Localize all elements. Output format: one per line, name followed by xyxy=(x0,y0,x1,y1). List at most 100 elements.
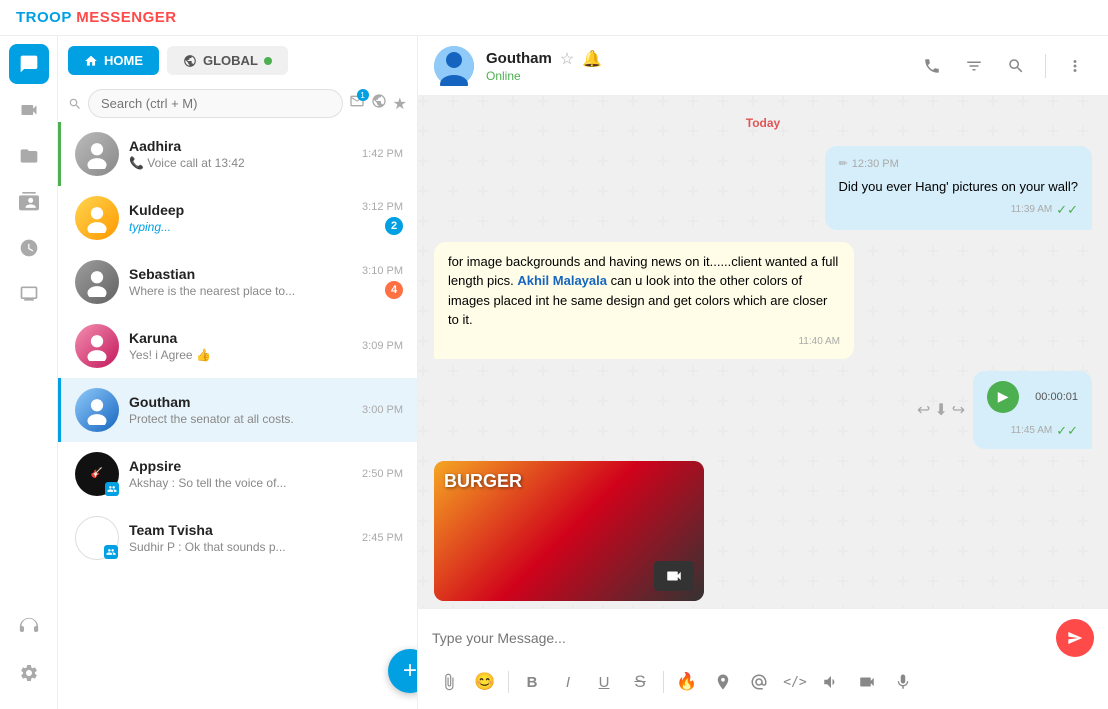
message-meta-1: 11:39 AM ✓✓ xyxy=(839,200,1079,220)
home-tab[interactable]: HOME xyxy=(68,46,159,75)
chat-contact-name: Goutham xyxy=(486,50,552,67)
contact-list: Aadhira 📞 Voice call at 13:42 1:42 PM Ku… xyxy=(58,122,417,709)
search-input[interactable] xyxy=(88,89,343,118)
play-button[interactable]: ▶ xyxy=(987,381,1019,413)
strikethrough-icon[interactable]: S xyxy=(623,665,657,699)
contact-item-teamtvisha[interactable]: 🅥 Team Tvisha Sudhir P : Ok that sounds … xyxy=(58,506,417,570)
bell-icon[interactable]: 🔔 xyxy=(582,49,602,69)
voice-duration: 00:00:01 xyxy=(1035,391,1078,403)
home-tab-label: HOME xyxy=(104,53,143,68)
contact-panel-inner: Aadhira 📞 Voice call at 13:42 1:42 PM Ku… xyxy=(58,122,417,709)
contact-meta-appsire: 2:50 PM xyxy=(362,468,403,480)
bold-icon[interactable]: B xyxy=(515,665,549,699)
contact-time-karuna: 3:09 PM xyxy=(362,340,403,352)
contact-item-karuna[interactable]: Karuna Yes! i Agree 👍 3:09 PM xyxy=(58,314,417,378)
emoji-icon[interactable]: 😊 xyxy=(468,665,502,699)
avatar-karuna xyxy=(75,324,119,368)
contact-item-sebastian[interactable]: Sebastian Where is the nearest place to.… xyxy=(58,250,417,314)
location-icon[interactable] xyxy=(706,665,740,699)
notification-icon[interactable]: 1 xyxy=(349,93,365,114)
contact-item-appsire[interactable]: 🎸 Appsire Akshay : So tell the voice of.… xyxy=(58,442,417,506)
contact-name-sebastian: Sebastian xyxy=(129,266,352,282)
group-icon-appsire xyxy=(105,482,119,496)
contact-name-karuna: Karuna xyxy=(129,330,352,346)
underline-icon[interactable]: U xyxy=(587,665,621,699)
chat-header-info: Goutham ☆ 🔔 Online xyxy=(486,49,903,83)
contact-info-goutham: Goutham Protect the senator at all costs… xyxy=(129,394,352,426)
contact-info-sebastian: Sebastian Where is the nearest place to.… xyxy=(129,266,352,298)
star-filter-icon[interactable]: ★ xyxy=(393,94,407,114)
contact-name-kuldeep: Kuldeep xyxy=(129,202,352,218)
contact-name-aadhira: Aadhira xyxy=(129,138,352,154)
audio-settings-icon[interactable] xyxy=(814,665,848,699)
header-divider xyxy=(1045,54,1046,78)
star-icon[interactable]: ☆ xyxy=(560,49,574,69)
image-preview: BURGER xyxy=(434,461,704,601)
message-text-1: Did you ever Hang' pictures on your wall… xyxy=(839,177,1079,197)
chat-input-area: 😊 B I U S 🔥 </> xyxy=(418,608,1108,709)
filter-icon[interactable] xyxy=(957,49,991,83)
avatar-sebastian xyxy=(75,260,119,304)
contacts-icon[interactable] xyxy=(9,182,49,222)
video-call-icon[interactable] xyxy=(850,665,884,699)
video-icon[interactable] xyxy=(9,90,49,130)
contact-meta-kuldeep: 3:12 PM 2 xyxy=(362,201,403,235)
global-online-dot xyxy=(264,57,272,65)
contact-name-goutham: Goutham xyxy=(129,394,352,410)
attach-icon[interactable] xyxy=(432,665,466,699)
reply-icon[interactable]: ↩ xyxy=(917,400,930,420)
headset-icon[interactable] xyxy=(9,607,49,647)
chat-panel: Goutham ☆ 🔔 Online xyxy=(418,36,1108,709)
message-toolbar: 😊 B I U S 🔥 </> xyxy=(432,657,1094,699)
search-bar: 1 ★ xyxy=(58,85,417,122)
download-icon[interactable]: ⬇ xyxy=(934,400,947,420)
chat-contact-status: Online xyxy=(486,69,903,83)
avatar-goutham xyxy=(75,388,119,432)
contact-info-appsire: Appsire Akshay : So tell the voice of... xyxy=(129,458,352,490)
contact-meta-teamtvisha: 2:45 PM xyxy=(362,532,403,544)
italic-icon[interactable]: I xyxy=(551,665,585,699)
message-image: BURGER xyxy=(434,461,1092,601)
contact-item-kuldeep[interactable]: Kuldeep typing... 3:12 PM 2 xyxy=(58,186,417,250)
message-text-2: for image backgrounds and having news on… xyxy=(448,252,840,330)
chat-icon[interactable] xyxy=(9,44,49,84)
notification-badge: 1 xyxy=(357,89,369,101)
read-icon-1: ✓✓ xyxy=(1056,200,1078,220)
chat-messages: Today ✏ 12:30 PM Did you ever Hang' pict… xyxy=(418,96,1108,608)
more-options-icon[interactable] xyxy=(1058,49,1092,83)
clock-icon[interactable] xyxy=(9,228,49,268)
contact-item-aadhira[interactable]: Aadhira 📞 Voice call at 13:42 1:42 PM xyxy=(58,122,417,186)
global-tab[interactable]: GLOBAL xyxy=(167,46,288,75)
voice-message-actions: ↩ ⬇ ↪ xyxy=(917,400,965,420)
monitor-icon[interactable] xyxy=(9,274,49,314)
fire-icon[interactable]: 🔥 xyxy=(670,665,704,699)
contact-info-kuldeep: Kuldeep typing... xyxy=(129,202,352,234)
contact-meta-goutham: 3:00 PM xyxy=(362,404,403,416)
contact-name-appsire: Appsire xyxy=(129,458,352,474)
tab-row: HOME GLOBAL xyxy=(58,36,417,85)
mention-akhil: Akhil Malayala xyxy=(517,273,607,288)
contact-item-goutham[interactable]: Goutham Protect the senator at all costs… xyxy=(58,378,417,442)
read-icon-voice: ✓✓ xyxy=(1056,423,1078,439)
phone-icon[interactable] xyxy=(915,49,949,83)
top-bar: TROOP MESSENGER xyxy=(0,0,1108,36)
icon-bar-bottom xyxy=(9,607,49,693)
forward-icon[interactable]: ↪ xyxy=(952,400,965,420)
code-icon[interactable]: </> xyxy=(778,665,812,699)
mention-icon[interactable] xyxy=(742,665,776,699)
search-chat-icon[interactable] xyxy=(999,49,1033,83)
folder-icon[interactable] xyxy=(9,136,49,176)
contact-info-teamtvisha: Team Tvisha Sudhir P : Ok that sounds p.… xyxy=(129,522,352,554)
contact-time-sebastian: 3:10 PM xyxy=(362,265,403,277)
settings-filter-icon[interactable] xyxy=(371,93,387,114)
settings-icon[interactable] xyxy=(9,653,49,693)
message-input[interactable] xyxy=(432,630,1048,646)
contact-time-kuldeep: 3:12 PM xyxy=(362,201,403,213)
badge-sebastian: 4 xyxy=(385,281,403,299)
contact-preview-goutham: Protect the senator at all costs. xyxy=(129,412,352,426)
send-button[interactable] xyxy=(1056,619,1094,657)
message-sent-1: ✏ 12:30 PM Did you ever Hang' pictures o… xyxy=(434,146,1092,230)
contact-time-appsire: 2:50 PM xyxy=(362,468,403,480)
chat-header-actions xyxy=(915,49,1092,83)
mic-icon[interactable] xyxy=(886,665,920,699)
